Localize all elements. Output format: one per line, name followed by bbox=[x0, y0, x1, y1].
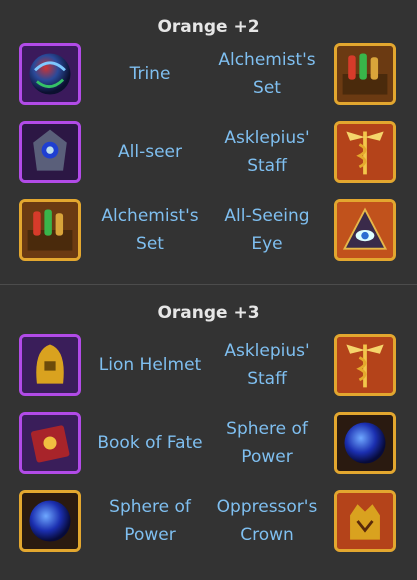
oppressors-crown-icon[interactable] bbox=[334, 490, 396, 552]
book-of-fate-icon[interactable] bbox=[19, 412, 81, 474]
item-row: Alchemist's Set All-Seeing Eye bbox=[0, 196, 417, 274]
item-row: Sphere of Power Oppressor's Crown bbox=[0, 487, 417, 565]
item-label-left: Sphere of Power bbox=[109, 497, 191, 545]
item-label-right: Oppressor's Crown bbox=[216, 497, 318, 545]
trine-orb-icon[interactable] bbox=[19, 43, 81, 105]
item-row: Book of Fate Sphere of Power bbox=[0, 409, 417, 487]
item-row: Lion Helmet Asklepius' Staff bbox=[0, 331, 417, 409]
item-label-right: Sphere of Power bbox=[226, 419, 308, 467]
item-label-right: Asklepius' Staff bbox=[224, 128, 310, 176]
sphere-of-power-icon[interactable] bbox=[334, 412, 396, 474]
asklepius-staff-icon[interactable] bbox=[334, 334, 396, 396]
lion-helmet-icon[interactable] bbox=[19, 334, 81, 396]
item-label-left: All-seer bbox=[118, 142, 182, 162]
item-label-right: Alchemist's Set bbox=[218, 50, 316, 98]
section-orange-2: Orange +2 Trine Alchemist's Set All-seer… bbox=[0, 0, 417, 274]
item-label-right: Asklepius' Staff bbox=[224, 341, 310, 389]
asklepius-staff-icon[interactable] bbox=[334, 121, 396, 183]
item-label-left: Alchemist's Set bbox=[101, 206, 199, 254]
item-label-left: Trine bbox=[129, 64, 171, 84]
section-title: Orange +3 bbox=[157, 303, 260, 323]
all-seeing-eye-icon[interactable] bbox=[334, 199, 396, 261]
item-row: Trine Alchemist's Set bbox=[0, 40, 417, 118]
item-label-right: All-Seeing Eye bbox=[224, 206, 310, 254]
item-row: All-seer Asklepius' Staff bbox=[0, 118, 417, 196]
section-orange-3: Orange +3 Lion Helmet Asklepius' Staff B… bbox=[0, 285, 417, 565]
section-title: Orange +2 bbox=[157, 17, 260, 37]
item-label-left: Book of Fate bbox=[97, 433, 203, 453]
alchemist-set-icon[interactable] bbox=[19, 199, 81, 261]
all-seer-icon[interactable] bbox=[19, 121, 81, 183]
alchemist-set-icon[interactable] bbox=[334, 43, 396, 105]
sphere-of-power-icon[interactable] bbox=[19, 490, 81, 552]
item-label-left: Lion Helmet bbox=[98, 355, 202, 375]
